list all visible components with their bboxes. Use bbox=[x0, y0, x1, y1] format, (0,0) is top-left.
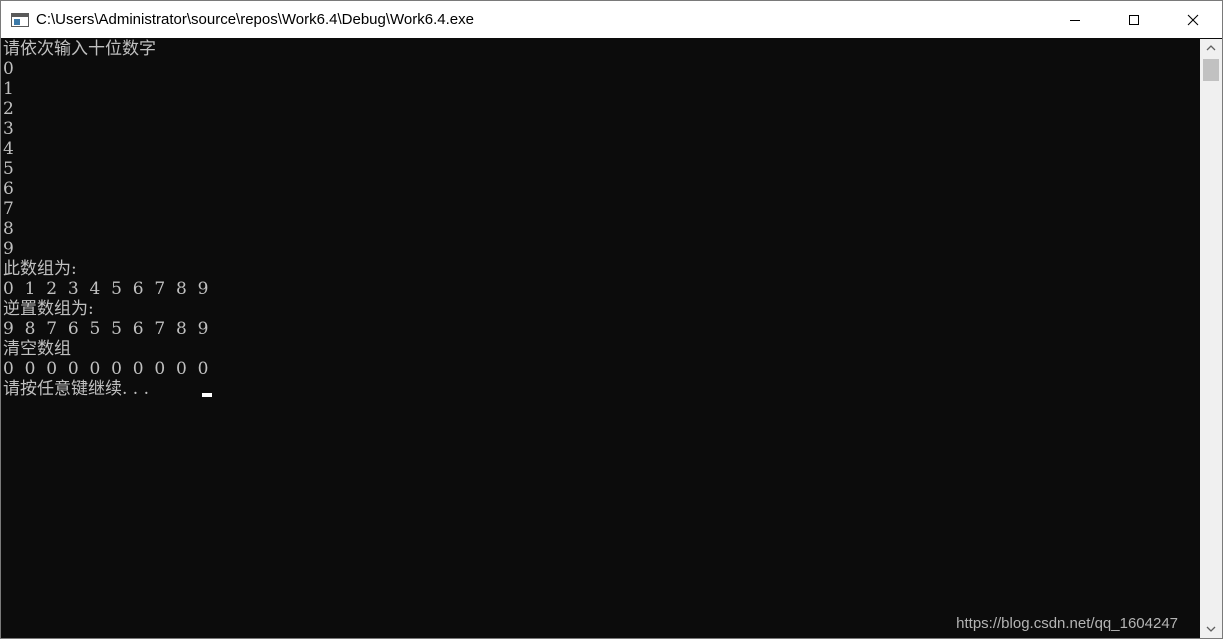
scroll-thumb[interactable] bbox=[1203, 59, 1219, 81]
console-line: 请按任意键继续. . . bbox=[3, 379, 155, 399]
text-cursor bbox=[202, 393, 212, 397]
console-app-icon[interactable] bbox=[11, 12, 29, 27]
console-line: 8 bbox=[3, 219, 14, 239]
close-icon bbox=[1187, 14, 1198, 25]
console-line: 逆置数组为: bbox=[3, 299, 94, 319]
scroll-down-button[interactable] bbox=[1200, 620, 1222, 638]
console-line: 0 bbox=[3, 59, 14, 79]
close-button[interactable] bbox=[1163, 1, 1222, 38]
console-line: 2 bbox=[3, 99, 14, 119]
watermark: https://blog.csdn.net/qq_1604247 bbox=[956, 615, 1178, 632]
maximize-icon bbox=[1128, 14, 1139, 25]
minimize-icon bbox=[1069, 19, 1080, 21]
console-line: 7 bbox=[3, 199, 14, 219]
console-line: 清空数组 bbox=[3, 339, 71, 359]
vertical-scrollbar[interactable] bbox=[1200, 39, 1222, 638]
console-line: 3 bbox=[3, 119, 14, 139]
console-line: 0 1 2 3 4 5 6 7 8 9 bbox=[3, 279, 209, 299]
console-line: 0 0 0 0 0 0 0 0 0 0 bbox=[3, 359, 209, 379]
console-line: 请依次输入十位数字 bbox=[3, 39, 156, 59]
console-output[interactable]: 请依次输入十位数字 0 1 2 3 4 5 6 7 8 9 此数组为: 0 1 … bbox=[1, 39, 1200, 638]
scroll-up-button[interactable] bbox=[1200, 39, 1222, 57]
console-line: 9 8 7 6 5 5 6 7 8 9 bbox=[3, 319, 209, 339]
console-window: C:\Users\Administrator\source\repos\Work… bbox=[0, 0, 1223, 639]
console-line: 4 bbox=[3, 139, 14, 159]
chevron-down-icon bbox=[1206, 626, 1216, 632]
window-title: C:\Users\Administrator\source\repos\Work… bbox=[36, 11, 474, 28]
console-line: 此数组为: bbox=[3, 259, 77, 279]
title-bar[interactable]: C:\Users\Administrator\source\repos\Work… bbox=[1, 1, 1222, 38]
chevron-up-icon bbox=[1206, 45, 1216, 51]
minimize-button[interactable] bbox=[1045, 1, 1104, 38]
console-line: 1 bbox=[3, 79, 14, 99]
window-controls bbox=[1045, 1, 1222, 38]
console-line: 9 bbox=[3, 239, 14, 259]
console-line: 5 bbox=[3, 159, 14, 179]
maximize-button[interactable] bbox=[1104, 1, 1163, 38]
console-line: 6 bbox=[3, 179, 14, 199]
